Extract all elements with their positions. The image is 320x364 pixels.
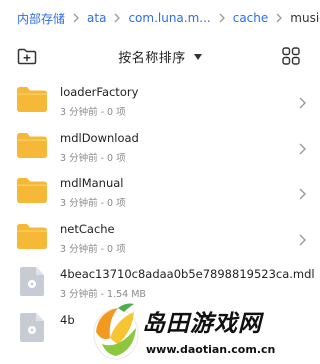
chevron-right-icon: [114, 13, 121, 23]
chevron-right-icon: [276, 13, 283, 23]
list-item[interactable]: netCache 3 分钟前 - 0 项: [0, 215, 320, 261]
file-name: 4beac13710c8adaa0b5e7898819523ca.mdl: [60, 267, 315, 281]
sort-selector[interactable]: 按名称排序: [0, 38, 320, 74]
breadcrumb-item-music: music: [290, 11, 320, 25]
chevron-right-icon: [299, 231, 306, 250]
file-meta: 3 分钟前 - 0 项: [60, 152, 126, 164]
grid-view-icon[interactable]: [280, 45, 302, 67]
chevron-right-icon: [73, 13, 79, 23]
folder-icon: [17, 132, 47, 162]
new-folder-icon[interactable]: [16, 45, 38, 67]
breadcrumb-item-ata[interactable]: ata: [87, 11, 106, 25]
file-name: mdlManual: [60, 176, 124, 190]
chevron-right-icon: [299, 94, 306, 113]
breadcrumb-item-com-luna[interactable]: com.luna.m...: [128, 11, 210, 25]
watermark-url: www.daotian.com.cn: [146, 343, 276, 356]
watermark: 岛田游戏网 www.daotian.com.cn: [88, 298, 320, 364]
folder-icon: [17, 87, 47, 116]
breadcrumb: 内部存储 ata com.luna.m... cache music: [0, 0, 320, 36]
watermark-logo-icon: [88, 298, 144, 364]
folder-icon: [17, 178, 47, 207]
file-name: mdlDownload: [60, 130, 139, 145]
chevron-right-icon: [299, 140, 306, 159]
caret-down-icon: [193, 54, 202, 60]
file-name: 4b: [60, 312, 75, 327]
folder-icon: [17, 223, 47, 253]
watermark-title: 岛田游戏网: [142, 311, 262, 337]
list-item[interactable]: mdlManual 3 分钟前 - 0 项: [0, 169, 320, 215]
breadcrumb-item-internal-storage[interactable]: 内部存储: [17, 10, 65, 27]
breadcrumb-item-cache[interactable]: cache: [233, 11, 269, 25]
chevron-right-icon: [299, 185, 306, 204]
chevron-right-icon: [219, 13, 225, 23]
file-meta: 3 分钟前 - 0 项: [60, 243, 126, 255]
sort-label: 按名称排序: [118, 50, 186, 66]
file-name: loaderFactory: [60, 85, 139, 99]
file-icon: [20, 312, 44, 346]
file-meta: 3 分钟前 - 0 项: [60, 198, 126, 209]
file-icon: [20, 267, 44, 300]
list-item[interactable]: loaderFactory 3 分钟前 - 0 项: [0, 78, 320, 124]
file-meta: 3 分钟前 - 0 项: [60, 107, 126, 118]
toolbar: 按名称排序: [0, 38, 320, 74]
list-item[interactable]: mdlDownload 3 分钟前 - 0 项: [0, 124, 320, 170]
file-name: netCache: [60, 221, 115, 236]
